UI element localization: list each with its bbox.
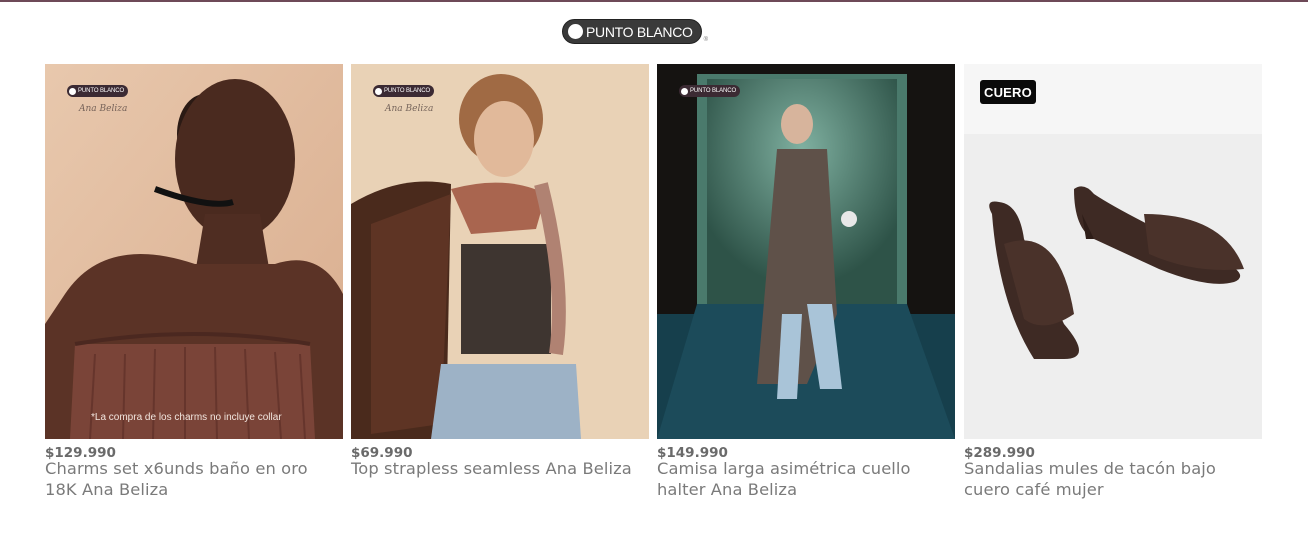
photo-brand-logo: PUNTO BLANCO (373, 85, 435, 97)
product-photo-sandalias (964, 64, 1262, 439)
photo-brand-logo-text: PUNTO BLANCO (690, 88, 737, 94)
product-image-2[interactable]: PUNTO BLANCO Ana Beliza (351, 64, 649, 439)
product-photo-camisa-halter (657, 64, 955, 439)
product-image-4[interactable]: CUERO (964, 64, 1262, 439)
product-card-3[interactable]: PUNTO BLANCO Camisa larga asimétrica cue… (657, 64, 955, 500)
material-badge: CUERO (980, 80, 1036, 104)
mini-logo-dot-icon (69, 87, 76, 95)
photo-note: *La compra de los charms no incluye coll… (91, 412, 282, 423)
photo-brand-logo: PUNTO BLANCO (679, 85, 741, 97)
product-photo-top-strapless (351, 64, 649, 439)
product-title[interactable]: Sandalias mules de tacón bajo cuero café… (964, 458, 1262, 500)
brand-registered-mark: ® (703, 37, 708, 43)
product-image-1[interactable]: PUNTO BLANCO Ana Beliza *La compra de lo… (45, 64, 343, 439)
product-card-1[interactable]: PUNTO BLANCO Ana Beliza *La compra de lo… (45, 64, 343, 500)
designer-signature: Ana Beliza (385, 104, 434, 114)
brand-logo-text: PUNTO BLANCO (586, 23, 693, 40)
product-price-3: $149.990 (657, 445, 728, 461)
product-price-1: $129.990 (45, 445, 116, 461)
product-photo-charms (45, 64, 343, 439)
photo-brand-logo-text: PUNTO BLANCO (78, 88, 125, 94)
brand-logo[interactable]: PUNTO BLANCO ® (562, 19, 708, 44)
product-price-4: $289.990 (964, 445, 1035, 461)
mini-logo-dot-icon (681, 87, 688, 95)
designer-signature: Ana Beliza (79, 104, 128, 114)
photo-brand-logo-text: PUNTO BLANCO (384, 88, 431, 94)
photo-brand-logo: PUNTO BLANCO (67, 85, 129, 97)
product-card-4[interactable]: CUERO Sandalias mules de tacón bajo cuer… (964, 64, 1262, 500)
product-title[interactable]: Top strapless seamless Ana Beliza (351, 458, 649, 479)
mini-logo-dot-icon (375, 87, 382, 95)
product-card-2[interactable]: PUNTO BLANCO Ana Beliza Top strapless se… (351, 64, 649, 479)
product-image-3[interactable]: PUNTO BLANCO (657, 64, 955, 439)
product-title[interactable]: Charms set x6unds baño en oro 18K Ana Be… (45, 458, 343, 500)
top-accent-rule (0, 0, 1308, 2)
product-price-2: $69.990 (351, 445, 413, 461)
brand-logo-dot-icon (568, 24, 583, 39)
product-title[interactable]: Camisa larga asimétrica cuello halter An… (657, 458, 955, 500)
